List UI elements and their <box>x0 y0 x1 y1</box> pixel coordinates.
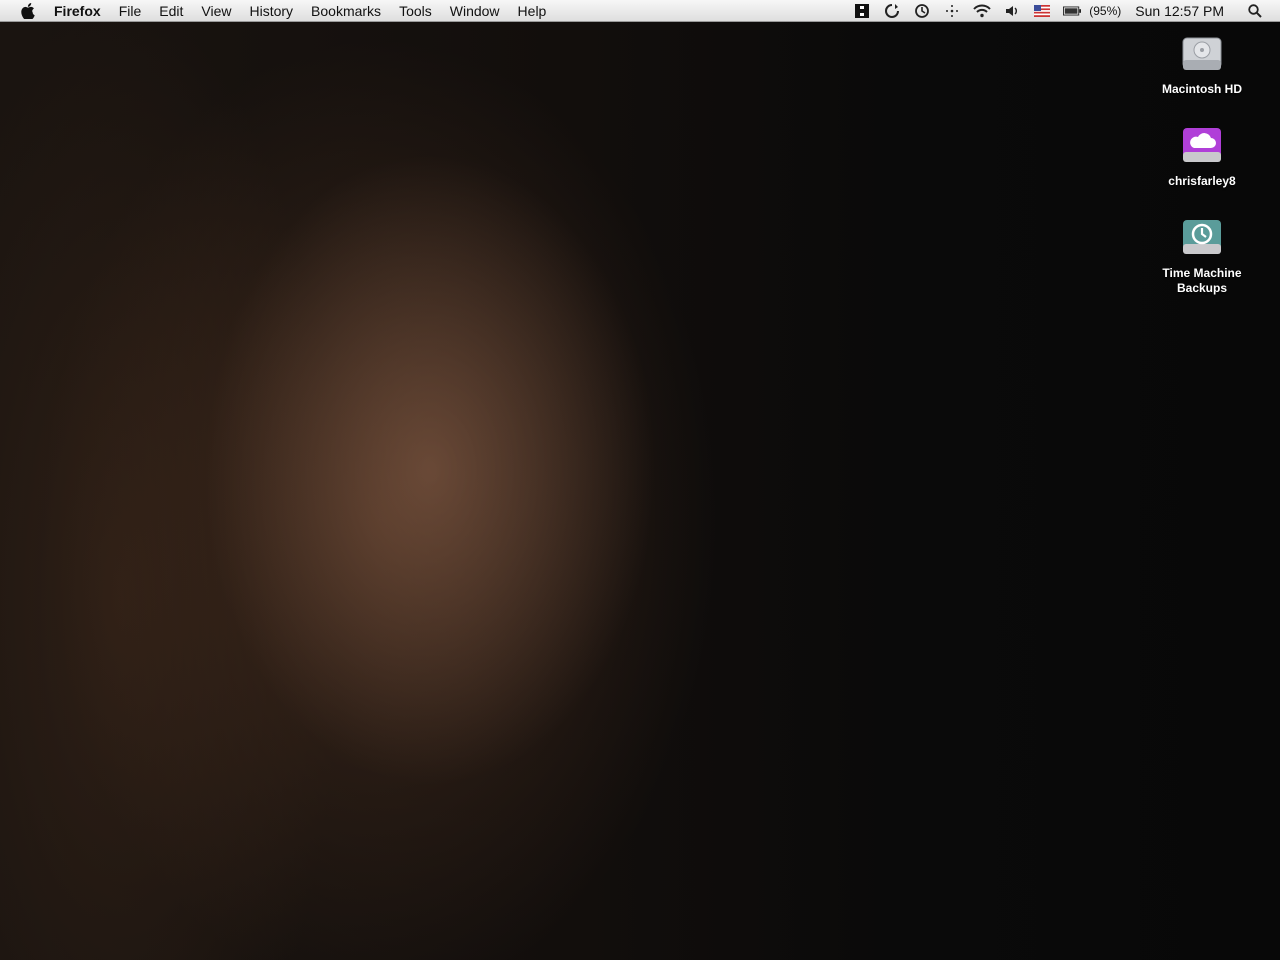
desktop-icon-label: Time Machine Backups <box>1162 266 1242 295</box>
hard-drive-icon <box>1178 30 1226 78</box>
time-machine-icon[interactable] <box>913 3 931 19</box>
menu-app-firefox[interactable]: Firefox <box>52 0 110 22</box>
battery-icon[interactable] <box>1063 3 1082 19</box>
menu-bar-status: (95%) Sun 12:57 PM <box>847 0 1280 22</box>
menu-bar: Firefox File Edit View History Bookmarks… <box>0 0 1280 22</box>
desktop-wallpaper <box>0 0 1280 960</box>
menu-file[interactable]: File <box>110 0 151 22</box>
icloud-drive-icon <box>1178 122 1226 170</box>
time-machine-drive-icon <box>1178 214 1226 262</box>
desktop-icon-macintosh-hd[interactable]: Macintosh HD <box>1147 30 1257 97</box>
app-status-icon[interactable] <box>853 3 871 19</box>
desktop-icon-time-machine-backups[interactable]: Time Machine Backups <box>1147 214 1257 296</box>
volume-icon[interactable] <box>1003 3 1021 19</box>
menu-bookmarks[interactable]: Bookmarks <box>302 0 390 22</box>
desktop-icon-label: Macintosh HD <box>1161 82 1242 96</box>
desktop-icon-chrisfarley8[interactable]: chrisfarley8 <box>1147 122 1257 189</box>
menu-window[interactable]: Window <box>441 0 509 22</box>
desktop[interactable]: Firefox File Edit View History Bookmarks… <box>0 0 1280 960</box>
apple-menu-icon[interactable] <box>18 0 38 22</box>
input-source-flag-icon[interactable] <box>1033 3 1051 19</box>
menu-bar-left: Firefox File Edit View History Bookmarks… <box>0 0 555 22</box>
menu-edit[interactable]: Edit <box>150 0 192 22</box>
menu-history[interactable]: History <box>240 0 302 22</box>
battery-percent: (95%) <box>1089 3 1122 18</box>
desktop-icon-label: chrisfarley8 <box>1168 174 1236 188</box>
bluetooth-icon[interactable] <box>943 3 961 19</box>
sync-icon[interactable] <box>883 3 901 19</box>
menu-clock[interactable]: Sun 12:57 PM <box>1135 3 1224 19</box>
wifi-icon[interactable] <box>973 3 991 19</box>
menu-view[interactable]: View <box>192 0 240 22</box>
spotlight-search-icon[interactable] <box>1246 3 1264 19</box>
menu-help[interactable]: Help <box>509 0 556 22</box>
menu-tools[interactable]: Tools <box>390 0 441 22</box>
